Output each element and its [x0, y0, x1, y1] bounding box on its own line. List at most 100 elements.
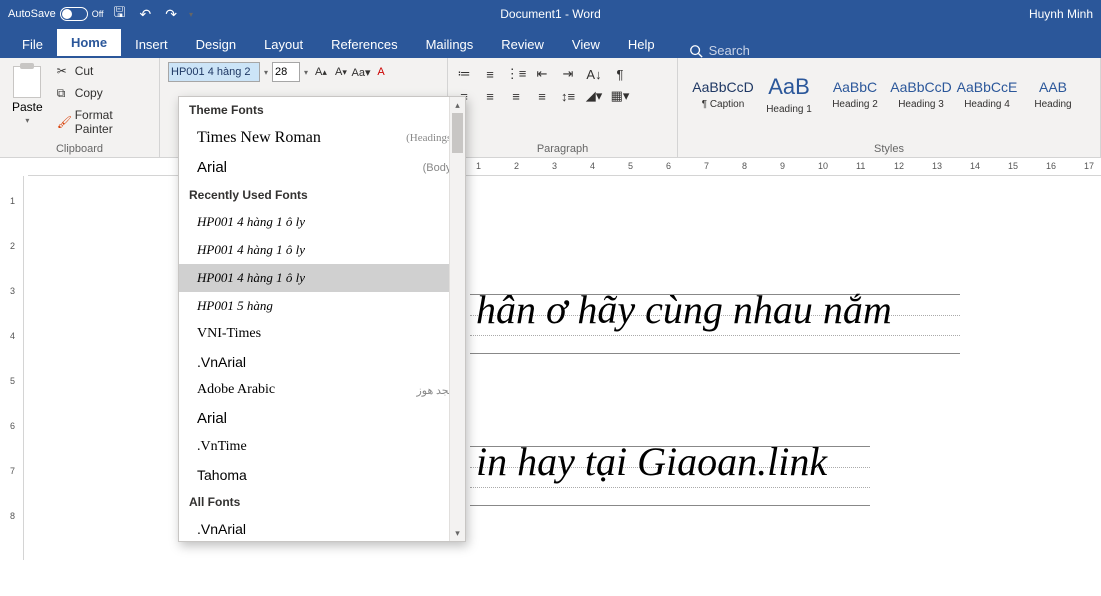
scroll-up-icon[interactable]: ▴	[450, 97, 465, 113]
font-item-label: VNI-Times	[197, 326, 261, 342]
style-heading[interactable]: AAB Heading	[1022, 66, 1084, 122]
font-item-times[interactable]: Times New Roman (Headings)	[179, 123, 465, 153]
style-preview: AAB	[1039, 79, 1067, 95]
borders-button[interactable]: ▦▾	[612, 88, 628, 104]
tab-mailings[interactable]: Mailings	[412, 31, 488, 58]
font-item-recent-1[interactable]: HP001 4 hàng 1 ô ly	[179, 236, 465, 264]
shrink-font-button[interactable]: A▾	[332, 62, 350, 82]
clipboard-group-label: Clipboard	[8, 141, 151, 155]
document-text-line-1[interactable]: hân ơ hãy cùng nhau nắm	[476, 286, 892, 333]
font-item-recent-7[interactable]: Arial	[179, 404, 465, 433]
font-item-arial[interactable]: Arial (Body)	[179, 153, 465, 182]
font-item-recent-8[interactable]: .VnTime	[179, 433, 465, 461]
style-preview: AaBbCcD	[692, 79, 753, 95]
qat-dropdown-icon[interactable]: ▾	[187, 10, 195, 19]
paste-button[interactable]: Paste ▾	[8, 62, 47, 129]
redo-icon[interactable]: ↷	[161, 6, 181, 23]
show-marks-button[interactable]: ¶	[612, 66, 628, 82]
font-item-recent-9[interactable]: Tahoma	[179, 461, 465, 489]
bullets-button[interactable]: ≔	[456, 66, 472, 82]
autosave-state: Off	[92, 9, 104, 19]
format-painter-button[interactable]: 🖌 Format Painter	[53, 106, 151, 138]
tab-home[interactable]: Home	[57, 29, 121, 58]
tab-view[interactable]: View	[558, 31, 614, 58]
decrease-indent-button[interactable]: ⇤	[534, 66, 550, 82]
font-item-recent-0[interactable]: HP001 4 hàng 1 ô ly	[179, 208, 465, 236]
brush-icon: 🖌	[57, 115, 71, 129]
change-case-button[interactable]: Aa▾	[352, 62, 370, 82]
font-name-input[interactable]	[168, 62, 260, 82]
save-icon[interactable]: 🖫	[110, 2, 130, 26]
ruler-tick: 9	[780, 161, 785, 171]
copy-label: Copy	[75, 86, 103, 100]
style-heading-1[interactable]: AaBHeading 1	[758, 66, 820, 122]
font-dropdown-arrow-icon[interactable]: ▾	[262, 68, 270, 77]
font-item-label: HP001 4 hàng 1 ô ly	[197, 214, 305, 230]
vertical-ruler[interactable]: 12345678	[6, 176, 24, 560]
ruler-tick: 12	[894, 161, 904, 171]
ruler-tick: 6	[666, 161, 671, 171]
tab-design[interactable]: Design	[182, 31, 250, 58]
ruler-tick-v: 3	[10, 286, 15, 296]
ruler-tick: 10	[818, 161, 828, 171]
clear-formatting-button[interactable]: A	[372, 62, 390, 82]
scroll-thumb[interactable]	[452, 113, 463, 153]
font-item-all-0[interactable]: .VnArial	[179, 515, 465, 542]
align-center-button[interactable]: ≡	[482, 88, 498, 104]
grow-font-button[interactable]: A▴	[312, 62, 330, 82]
tab-insert[interactable]: Insert	[121, 31, 182, 58]
undo-icon[interactable]: ↶	[135, 6, 155, 23]
align-right-button[interactable]: ≡	[508, 88, 524, 104]
font-item-label: .VnArial	[197, 521, 246, 537]
format-painter-label: Format Painter	[75, 108, 147, 136]
font-size-input[interactable]	[272, 62, 300, 82]
style-heading-4[interactable]: AaBbCcE Heading 4	[956, 66, 1018, 122]
autosave-toggle[interactable]: AutoSave Off	[8, 7, 104, 21]
line-spacing-button[interactable]: ↕≡	[560, 88, 576, 104]
style-preview: AaBbCcE	[957, 79, 1018, 95]
window-title: Document1 - Word	[500, 7, 600, 21]
font-item-recent-2[interactable]: HP001 4 hàng 1 ô ly	[179, 264, 465, 292]
style-name-label: Heading 3	[898, 99, 944, 110]
font-item-recent-6[interactable]: Adobe Arabic أﺑﺠﺪ ﻫﻮز	[179, 376, 465, 404]
tab-layout[interactable]: Layout	[250, 31, 317, 58]
tab-review[interactable]: Review	[487, 31, 558, 58]
style-heading-2[interactable]: AaBbCHeading 2	[824, 66, 886, 122]
multilevel-button[interactable]: ⋮≡	[508, 66, 524, 82]
font-item-label: HP001 4 hàng 1 ô ly	[197, 270, 305, 286]
sort-button[interactable]: A↓	[586, 66, 602, 82]
ruler-tick-v: 6	[10, 421, 15, 431]
font-item-recent-3[interactable]: HP001 5 hàng	[179, 292, 465, 320]
copy-button[interactable]: ⧉ Copy	[53, 84, 151, 102]
style-preview: AaB	[768, 74, 810, 100]
numbering-button[interactable]: ≡	[482, 66, 498, 82]
ribbon-tabs: File Home Insert Design Layout Reference…	[0, 28, 1101, 58]
shading-button[interactable]: ◢▾	[586, 88, 602, 104]
cut-button[interactable]: ✂ Cut	[53, 62, 151, 80]
tab-help[interactable]: Help	[614, 31, 669, 58]
font-item-label: HP001 5 hàng	[197, 298, 273, 314]
ruler-tick: 16	[1046, 161, 1056, 171]
tell-me-search[interactable]: Search	[669, 43, 750, 58]
style-¶-caption[interactable]: AaBbCcD ¶ Caption	[692, 66, 754, 122]
tab-references[interactable]: References	[317, 31, 411, 58]
size-dropdown-arrow-icon[interactable]: ▾	[302, 68, 310, 77]
copy-icon: ⧉	[57, 86, 71, 100]
style-heading-3[interactable]: AaBbCcDHeading 3	[890, 66, 952, 122]
scroll-down-icon[interactable]: ▾	[450, 525, 465, 541]
font-item-label: .VnArial	[197, 354, 246, 370]
tab-file[interactable]: File	[8, 31, 57, 58]
style-name-label: Heading 2	[832, 99, 878, 110]
ruler-tick-v: 5	[10, 376, 15, 386]
style-name-label: Heading	[1034, 99, 1071, 110]
ruler-tick: 2	[514, 161, 519, 171]
font-item-recent-5[interactable]: .VnArial	[179, 348, 465, 376]
style-name-label: ¶ Caption	[702, 99, 745, 110]
dropdown-scrollbar[interactable]: ▴ ▾	[449, 97, 465, 541]
font-item-recent-4[interactable]: VNI-Times	[179, 320, 465, 348]
justify-button[interactable]: ≡	[534, 88, 550, 104]
document-text-line-2[interactable]: in hay tại Giaoan.link	[476, 438, 827, 485]
title-bar: AutoSave Off 🖫 ↶ ↷ ▾ Document1 - Word Hu…	[0, 0, 1101, 28]
style-name-label: Heading 4	[964, 99, 1010, 110]
increase-indent-button[interactable]: ⇥	[560, 66, 576, 82]
